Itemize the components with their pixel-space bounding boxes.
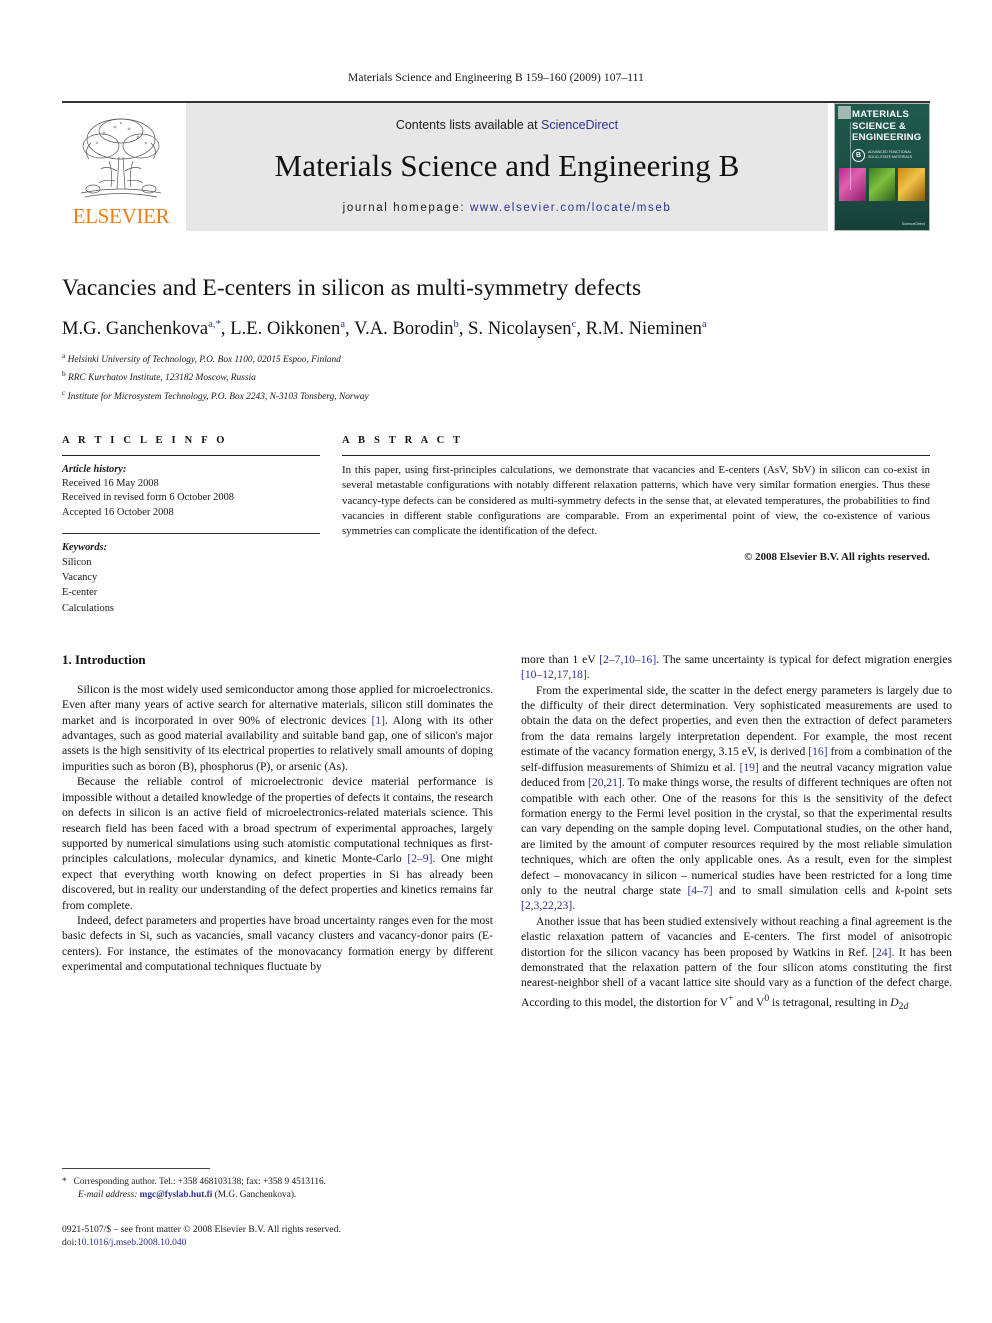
journal-cover-thumbnail: MATERIALS SCIENCE & ENGINEERING B ADVANC…: [834, 103, 930, 231]
article-history-item: Received 16 May 2008: [62, 478, 159, 490]
paragraph: Because the reliable control of microele…: [62, 775, 493, 912]
cover-image-green: [868, 167, 896, 201]
author-list: M.G. Ganchenkovaa,*, L.E. Oikkonena, V.A…: [62, 319, 707, 340]
email-note: E-mail address: mgc@fyslab.hut.fi (M.G. …: [62, 1189, 493, 1202]
paragraph: more than 1 eV [2–7,10–16]. The same unc…: [521, 652, 952, 682]
cover-title-line3: ENGINEERING: [852, 132, 922, 143]
article-info-column: A R T I C L E I N F O Article history: R…: [62, 435, 320, 616]
divider: [62, 533, 320, 535]
affiliation-item: a Helsinki University of Technology, P.O…: [62, 349, 930, 367]
journal-band: Contents lists available at ScienceDirec…: [186, 103, 828, 231]
divider: [62, 455, 320, 457]
info-abstract-region: A R T I C L E I N F O Article history: R…: [62, 435, 930, 616]
homepage-label: journal homepage:: [342, 202, 466, 214]
cover-divider: [850, 122, 851, 190]
elsevier-tree-icon: [80, 118, 162, 198]
abstract-heading: A B S T R A C T: [342, 435, 464, 447]
body-column-left: 1. Introduction Silicon is the most wide…: [62, 652, 493, 1015]
affiliation-text: Helsinki University of Technology, P.O. …: [67, 355, 341, 366]
journal-homepage-line: journal homepage: www.elsevier.com/locat…: [343, 202, 672, 214]
affiliation-text: Institute for Microsystem Technology, P.…: [67, 391, 369, 402]
article-history-item: Accepted 16 October 2008: [62, 506, 174, 518]
page-title: Vacancies and E-centers in silicon as mu…: [62, 275, 642, 301]
sciencedirect-link[interactable]: ScienceDirect: [541, 118, 618, 132]
cover-image-magenta: [839, 167, 866, 201]
cover-badge-text: ADVANCED FUNCTIONAL SOLID-STATE MATERIAL…: [868, 150, 912, 159]
keyword-item: Silicon: [62, 557, 92, 569]
elsevier-wordmark: ELSEVIER: [72, 204, 170, 228]
affiliation-marker: a: [62, 351, 66, 361]
paragraph: Indeed, defect parameters and properties…: [62, 913, 493, 974]
abstract-copyright: © 2008 Elsevier B.V. All rights reserved…: [744, 551, 930, 564]
article-history-label: Article history:: [62, 464, 127, 476]
homepage-url-link[interactable]: www.elsevier.com/locate/mseb: [470, 202, 671, 214]
footnote-marker: *: [62, 1177, 67, 1187]
affiliation-list: a Helsinki University of Technology, P.O…: [62, 349, 930, 404]
email-owner: (M.G. Ganchenkova).: [214, 1189, 297, 1200]
keywords-label: Keywords:: [62, 542, 108, 554]
divider: [342, 455, 930, 457]
issn-copyright-line: 0921-5107/$ – see front matter © 2008 El…: [62, 1224, 341, 1236]
cover-title-line1: MATERIALS: [852, 109, 910, 120]
cover-image-amber: [898, 167, 926, 201]
cover-series-badge: B ADVANCED FUNCTIONAL SOLID-STATE MATERI…: [852, 148, 929, 162]
paragraph: Silicon is the most widely used semicond…: [62, 682, 493, 773]
running-head: Materials Science and Engineering B 159–…: [348, 72, 644, 84]
doi-label: doi:: [62, 1237, 77, 1249]
keyword-item: Calculations: [62, 602, 114, 614]
footnote-divider: [62, 1168, 210, 1169]
affiliation-item: b RRC Kurchatov Institute, 123182 Moscow…: [62, 367, 930, 385]
document-page: Materials Science and Engineering B 159–…: [0, 0, 992, 1323]
elsevier-logo: ELSEVIER: [62, 103, 180, 231]
contents-available-line: Contents lists available at ScienceDirec…: [396, 118, 618, 132]
journal-title: Materials Science and Engineering B: [274, 148, 740, 183]
cover-footer-mark: ScienceDirect: [901, 222, 925, 226]
affiliation-item: c Institute for Microsystem Technology, …: [62, 386, 930, 404]
title-block: Vacancies and E-centers in silicon as mu…: [62, 275, 930, 404]
section-heading-introduction: 1. Introduction: [62, 651, 146, 667]
email-label: E-mail address:: [78, 1189, 138, 1200]
body-columns: 1. Introduction Silicon is the most wide…: [62, 652, 952, 1015]
paragraph: Another issue that has been studied exte…: [521, 914, 952, 1012]
cover-series-letter: B: [852, 148, 865, 162]
keyword-item: Vacancy: [62, 572, 98, 584]
corresponding-author-note: * Corresponding author. Tel.: +358 468103…: [62, 1176, 493, 1189]
doi-link[interactable]: 10.1016/j.mseb.2008.10.040: [77, 1237, 187, 1248]
imprint-block: 0921-5107/$ – see front matter © 2008 El…: [62, 1223, 493, 1249]
paragraph: From the experimental side, the scatter …: [521, 683, 952, 913]
email-link[interactable]: mgc@fyslab.hut.fi: [140, 1190, 213, 1200]
affiliation-text: RRC Kurchatov Institute, 123182 Moscow, …: [68, 373, 256, 384]
journal-masthead: ELSEVIER Contents lists available at Sci…: [62, 101, 930, 231]
cover-image-strip: [839, 167, 926, 201]
keyword-item: E-center: [62, 587, 98, 599]
article-history-item: Received in revised form 6 October 2008: [62, 492, 234, 504]
article-info-heading: A R T I C L E I N F O: [62, 435, 228, 447]
corresponding-author-text: Corresponding author. Tel.: +358 4681031…: [73, 1177, 326, 1187]
abstract-text: In this paper, using first-principles ca…: [342, 464, 930, 537]
cover-badge-line2: SOLID-STATE MATERIALS: [868, 155, 913, 159]
contents-prefix: Contents lists available at: [395, 118, 542, 132]
footnote-zone: * Corresponding author. Tel.: +358 468103…: [62, 1168, 493, 1249]
cover-tree-icon: [838, 106, 851, 119]
cover-title-line2: SCIENCE &: [852, 120, 907, 132]
abstract-column: A B S T R A C T In this paper, using fir…: [342, 435, 930, 616]
body-column-right: more than 1 eV [2–7,10–16]. The same unc…: [521, 652, 952, 1015]
affiliation-marker: c: [62, 387, 66, 397]
affiliation-marker: b: [62, 369, 66, 379]
doi-line: doi:10.1016/j.mseb.2008.10.040: [62, 1236, 493, 1249]
